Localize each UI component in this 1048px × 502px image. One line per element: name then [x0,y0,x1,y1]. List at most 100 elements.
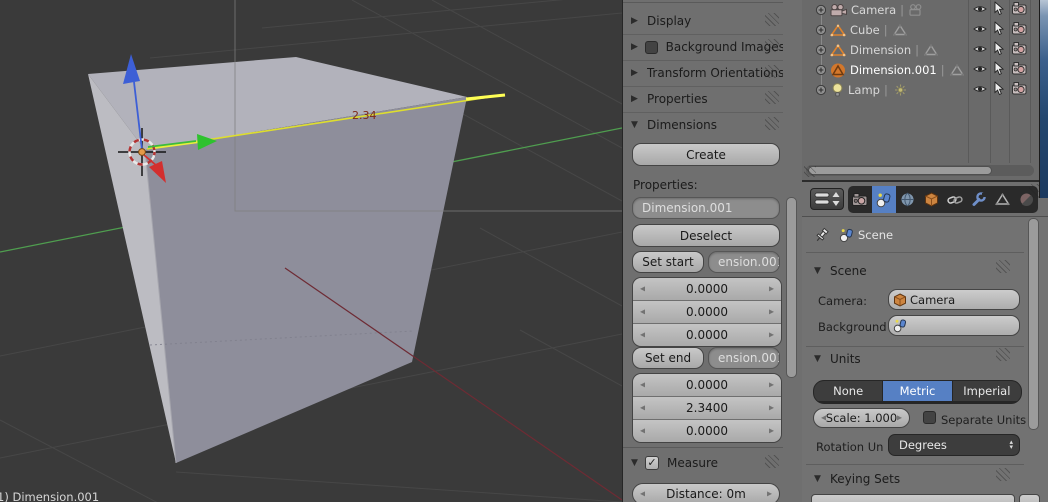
decrement-icon[interactable]: ◂ [640,330,645,341]
deselect-button[interactable]: Deselect [632,224,780,247]
visibility-toggle[interactable] [973,3,987,17]
tab-constraints[interactable] [943,186,967,213]
3d-viewport[interactable]: 2.34 1) Dimension.001 [0,0,622,502]
separate-units-checkbox[interactable] [923,411,936,424]
units-imperial-button[interactable]: Imperial [953,381,1021,401]
outliner-row-cube[interactable]: Cube | [802,20,1038,40]
end-x-value: 0.0000 [686,378,728,392]
visibility-toggle[interactable] [973,83,987,97]
renderability-toggle[interactable] [1012,22,1027,38]
expand-icon[interactable] [815,4,827,16]
end-z-field[interactable]: ◂ 0.0000 ▸ [633,420,781,442]
properties-scrollbar[interactable] [1028,218,1039,430]
add-keying-set-button[interactable] [1019,494,1040,502]
panel-header-units[interactable]: ▼ Units [802,348,1026,370]
decrement-icon[interactable]: ◂ [640,489,645,500]
rotation-units-label: Rotation Un [816,440,883,454]
increment-icon[interactable]: ▸ [769,330,774,341]
keying-sets-list[interactable] [811,494,1015,502]
panel-header-transform-orientations[interactable]: ▶ Transform Orientations [623,60,783,87]
increment-icon[interactable]: ▸ [769,426,774,437]
distance-field[interactable]: ◂ Distance: 0m ▸ [632,483,780,502]
tab-modifiers[interactable] [967,186,991,213]
decrement-icon[interactable]: ◂ [640,403,645,414]
selectability-toggle[interactable] [994,42,1004,59]
decrement-icon[interactable]: ◂ [640,284,645,295]
selectability-toggle[interactable] [994,2,1004,19]
background-scene-field[interactable] [888,315,1020,336]
set-start-button[interactable]: Set start [632,251,704,273]
end-object-field[interactable]: ension.001 [708,347,780,369]
end-y-field[interactable]: ◂ 2.3400 ▸ [633,397,781,420]
start-x-field[interactable]: ◂ 0.0000 ▸ [633,278,781,301]
end-x-field[interactable]: ◂ 0.0000 ▸ [633,374,781,397]
renderability-toggle[interactable] [1012,42,1027,58]
visibility-toggle[interactable] [973,23,987,37]
area-resize-icon[interactable] [804,166,816,177]
outliner-hscrollbar-thumb[interactable] [808,166,992,175]
outliner-row-camera[interactable]: Camera | [802,0,1038,20]
scene-camera-field[interactable]: Camera [888,289,1020,310]
expand-icon[interactable] [815,84,827,96]
expand-icon[interactable] [815,24,827,36]
visibility-toggle[interactable] [973,63,987,77]
expand-icon[interactable] [815,64,827,76]
background-images-checkbox[interactable] [645,41,658,54]
set-end-button[interactable]: Set end [632,347,704,369]
chevron-right-icon: ▶ [631,16,645,26]
expand-icon[interactable] [815,44,827,56]
outliner-row-dimension-001[interactable]: Dimension.001 | [802,60,1038,80]
increment-icon[interactable]: ▸ [769,284,774,295]
outliner-row-dimension[interactable]: Dimension | [802,40,1038,60]
units-none-button[interactable]: None [814,381,882,401]
properties-label: Properties: [633,178,698,192]
rotation-units-dropdown[interactable]: Degrees ▴▾ [888,434,1020,456]
panel-header-properties[interactable]: ▶ Properties [623,86,783,113]
create-button[interactable]: Create [632,143,780,166]
tab-object[interactable] [919,186,943,213]
scale-slider[interactable]: ◂ Scale: 1.000 ▸ [813,408,910,428]
panel-header-dimensions[interactable]: ▼ Dimensions [623,112,783,138]
selectability-toggle[interactable] [994,82,1004,99]
measure-checkbox[interactable]: ✓ [645,456,659,470]
panel-header-scene[interactable]: ▼ Scene [802,260,1026,282]
increment-icon[interactable]: ▸ [769,403,774,414]
breadcrumb-label[interactable]: Scene [858,228,893,242]
increment-icon[interactable]: ▸ [897,413,902,424]
decrement-icon[interactable]: ◂ [821,413,826,424]
renderability-toggle[interactable] [1012,62,1027,78]
tab-world[interactable] [896,186,920,213]
start-y-field[interactable]: ◂ 0.0000 ▸ [633,301,781,324]
decrement-icon[interactable]: ◂ [640,307,645,318]
units-metric-button[interactable]: Metric [883,381,951,401]
renderability-toggle[interactable] [1012,82,1027,98]
increment-icon[interactable]: ▸ [769,307,774,318]
properties-header [802,182,1048,217]
increment-icon[interactable]: ▸ [767,489,772,500]
tab-render[interactable] [848,186,872,213]
renderability-toggle[interactable] [1012,2,1027,18]
panel-header-measure[interactable]: ▼ ✓ Measure [623,450,783,476]
camera-label: Camera: [818,294,867,308]
visibility-toggle[interactable] [973,43,987,57]
dimension-name-field[interactable]: Dimension.001 [632,197,780,219]
tool-shelf-scrollbar[interactable] [786,197,797,378]
mesh-object-icon [830,44,846,57]
panel-header-keying-sets[interactable]: ▼ Keying Sets [802,468,1026,490]
start-z-field[interactable]: ◂ 0.0000 ▸ [633,324,781,346]
outliner-row-lamp[interactable]: Lamp | [802,80,1038,100]
start-object-field[interactable]: ension.001 [708,251,780,273]
pin-icon[interactable] [814,227,831,244]
selectability-toggle[interactable] [994,22,1004,39]
panel-header-display[interactable]: ▶ Display [623,8,783,35]
manipulator-origin[interactable] [139,149,146,156]
increment-icon[interactable]: ▸ [769,380,774,391]
outliner-hscrollbar-track[interactable] [806,165,1034,176]
decrement-icon[interactable]: ◂ [640,380,645,391]
decrement-icon[interactable]: ◂ [640,426,645,437]
tab-scene[interactable] [872,186,896,213]
panel-header-background-images[interactable]: ▶ Background Images [623,34,783,61]
selectability-toggle[interactable] [994,62,1004,79]
tab-object-data[interactable] [991,186,1015,213]
editor-type-button[interactable] [810,188,844,210]
